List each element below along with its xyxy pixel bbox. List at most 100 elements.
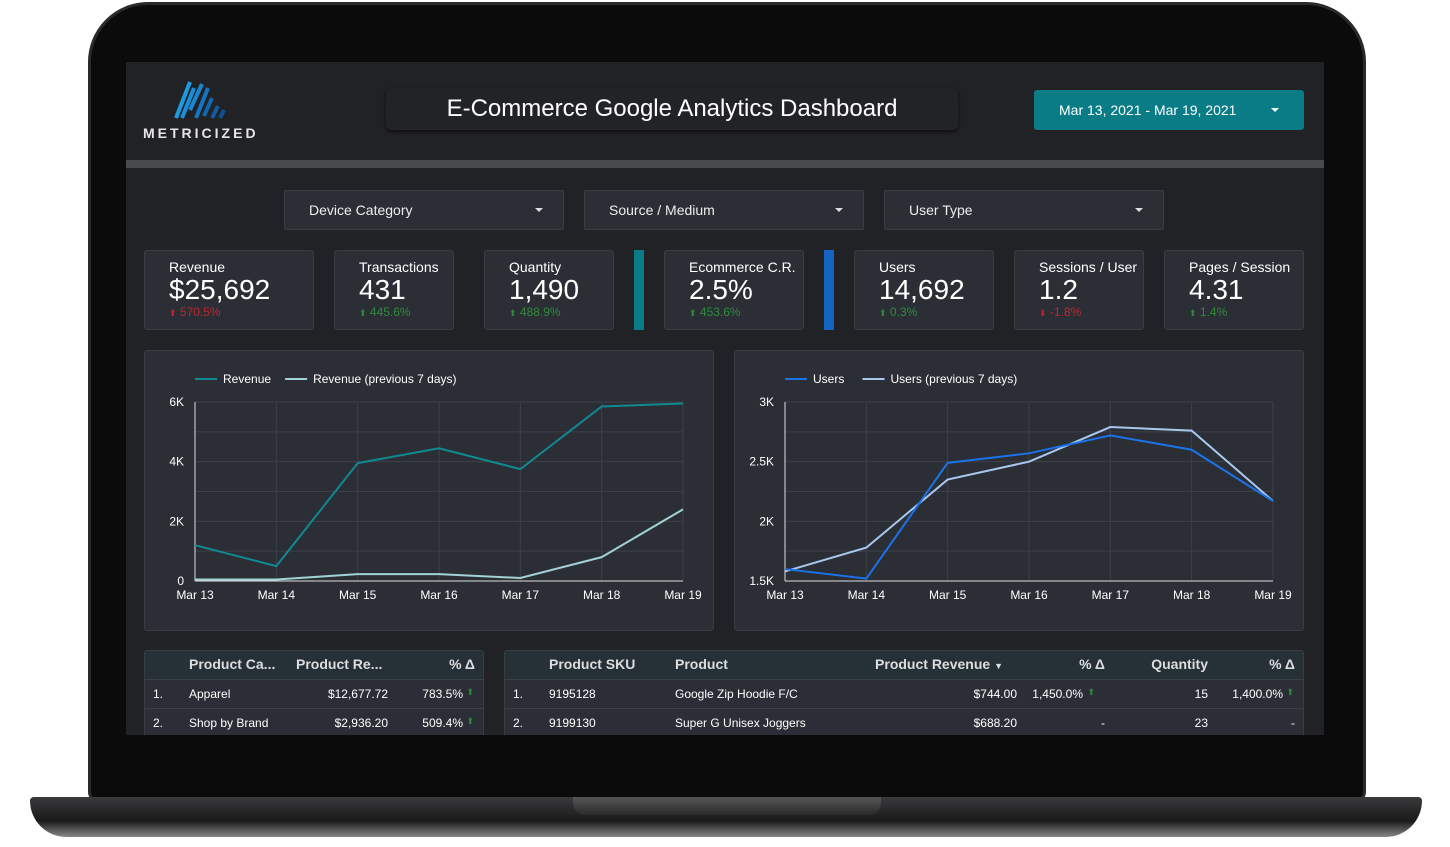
- x-tick-label: Mar 19: [664, 588, 702, 602]
- pct-change-cell: 1,450.0%: [1032, 687, 1083, 701]
- column-header-sorted[interactable]: Product Revenue ▼: [875, 656, 1003, 672]
- x-tick-label: Mar 14: [848, 588, 886, 602]
- y-tick-label: 6K: [169, 395, 184, 409]
- table-header: Product Ca... Product Re... % Δ: [145, 651, 483, 680]
- product-cell: Super G Unisex Joggers: [675, 716, 806, 730]
- y-tick-label: 2.5K: [749, 455, 774, 469]
- qty-pct-change-cell: -: [1291, 716, 1295, 730]
- x-tick-label: Mar 13: [176, 588, 214, 602]
- kpi-change: ⬆ 488.9%: [509, 305, 613, 319]
- table-row[interactable]: 2. Shop by Brand $2,936.20 509.4% ⬆: [145, 709, 483, 735]
- pct-change-cell: 509.4%: [422, 716, 463, 730]
- kpi-card: Transactions 431 ⬆ 445.6%: [334, 250, 454, 330]
- sort-desc-icon: ▼: [994, 661, 1003, 671]
- kpi-change: ⬆ 453.6%: [689, 305, 803, 319]
- arrow-up-icon: ⬆: [689, 308, 697, 318]
- x-tick-label: Mar 19: [1254, 588, 1292, 602]
- y-tick-label: 2K: [759, 514, 774, 528]
- x-tick-label: Mar 18: [1173, 588, 1211, 602]
- kpi-value: 14,692: [879, 274, 965, 305]
- kpi-change-value: 570.5%: [179, 305, 221, 319]
- category-cell: Shop by Brand: [189, 716, 269, 730]
- kpi-label: Quantity: [509, 259, 562, 275]
- arrow-up-icon: ⬆: [509, 308, 517, 318]
- pct-change-cell: 783.5%: [422, 687, 463, 701]
- arrow-up-icon: ⬆: [1286, 687, 1294, 697]
- x-tick-label: Mar 16: [420, 588, 458, 602]
- table-row[interactable]: 1. 9195128 Google Zip Hoodie F/C $744.00…: [505, 680, 1303, 709]
- column-header[interactable]: Product SKU: [549, 656, 635, 672]
- users-chart: 1.5K 2K 2.5K 3K Mar 13 Mar 14 Mar 15 Mar 16 Mar …: [734, 350, 1304, 631]
- kpi-label: Revenue: [169, 259, 226, 275]
- x-tick-label: Mar 18: [583, 588, 621, 602]
- kpi-change-value: 445.6%: [369, 305, 411, 319]
- users-chart-svg: 1.5K 2K 2.5K 3K Mar 13 Mar 14 Mar 15 Mar 16 Mar …: [749, 372, 1292, 602]
- sku-cell: 9199130: [549, 716, 596, 730]
- arrow-up-icon: ⬆: [466, 716, 474, 726]
- kpi-change-value: -1.8%: [1049, 305, 1082, 319]
- kpi-card: Users 14,692 ⬆ 0.3%: [854, 250, 994, 330]
- laptop-notch: [573, 797, 881, 815]
- kpi-change-value: 0.3%: [889, 305, 918, 319]
- kpi-card: Revenue $25,692 ⬆ 570.5%: [144, 250, 314, 330]
- quantity-cell: 15: [1194, 687, 1208, 701]
- kpi-change: ⬆ 570.5%: [169, 305, 313, 319]
- x-tick-label: Mar 17: [1092, 588, 1130, 602]
- x-tick-label: Mar 15: [929, 588, 967, 602]
- table-header: Product SKU Product Product Revenue ▼ % …: [505, 651, 1303, 680]
- legend-label: Users: [813, 372, 844, 386]
- section-divider-teal: [634, 250, 644, 330]
- column-header[interactable]: % Δ: [449, 656, 475, 672]
- filter-user-type[interactable]: User Type: [884, 190, 1164, 230]
- legend-label: Users (previous 7 days): [891, 372, 1018, 386]
- kpi-card: Ecommerce C.R. 2.5% ⬆ 453.6%: [664, 250, 804, 330]
- column-header[interactable]: % Δ: [1269, 656, 1295, 672]
- y-tick-label: 4K: [169, 455, 184, 469]
- arrow-down-icon: ⬇: [1039, 308, 1047, 318]
- kpi-value: 1.2: [1039, 274, 1078, 305]
- arrow-up-icon: ⬆: [1087, 687, 1095, 697]
- arrow-up-icon: ⬆: [359, 308, 367, 318]
- column-header[interactable]: % Δ: [1079, 656, 1105, 672]
- revenue-chart-svg: 0 2K 4K 6K Mar 13 Mar 14 Mar 15 Mar 16 Mar 17 Mar…: [169, 372, 702, 602]
- kpi-change: ⬆ 445.6%: [359, 305, 453, 319]
- x-tick-label: Mar 15: [339, 588, 377, 602]
- arrow-up-icon: ⬆: [169, 308, 177, 318]
- row-number: 2.: [513, 716, 524, 730]
- pct-change-cell: -: [1101, 716, 1105, 730]
- chevron-down-icon: [1271, 108, 1279, 112]
- x-tick-label: Mar 14: [258, 588, 296, 602]
- column-header[interactable]: Quantity: [1151, 656, 1208, 672]
- kpi-label: Pages / Session: [1189, 259, 1291, 275]
- sku-cell: 9195128: [549, 687, 596, 701]
- x-tick-label: Mar 13: [766, 588, 804, 602]
- legend-label: Revenue (previous 7 days): [313, 372, 456, 386]
- metricized-logo-icon: [174, 81, 226, 119]
- column-header[interactable]: Product Ca...: [189, 656, 275, 672]
- y-tick-label: 3K: [759, 395, 774, 409]
- y-tick-label: 1.5K: [749, 574, 774, 588]
- filter-device-category[interactable]: Device Category: [284, 190, 564, 230]
- kpi-change: ⬆ 0.3%: [879, 305, 993, 319]
- revenue-cell: $744.00: [973, 687, 1017, 701]
- filter-label: User Type: [909, 202, 973, 218]
- product-cell: Google Zip Hoodie F/C: [675, 687, 798, 701]
- filter-source-medium[interactable]: Source / Medium: [584, 190, 864, 230]
- kpi-value: $25,692: [169, 274, 271, 305]
- column-header[interactable]: Product: [675, 656, 728, 672]
- qty-pct-change-cell: 1,400.0%: [1232, 687, 1283, 701]
- column-header[interactable]: Product Re...: [296, 656, 382, 672]
- table-row[interactable]: 2. 9199130 Super G Unisex Joggers $688.2…: [505, 709, 1303, 735]
- kpi-change-value: 1.4%: [1199, 305, 1228, 319]
- revenue-cell: $2,936.20: [334, 716, 388, 730]
- date-range-picker[interactable]: Mar 13, 2021 - Mar 19, 2021: [1034, 90, 1304, 130]
- category-cell: Apparel: [189, 687, 231, 701]
- dashboard-screen: METRICIZED E-Commerce Google Analytics D…: [126, 62, 1324, 735]
- kpi-value: 1,490: [509, 274, 580, 305]
- table-row[interactable]: 1. Apparel $12,677.72 783.5% ⬆: [145, 680, 483, 709]
- product-category-table: Product Ca... Product Re... % Δ 1. Appar…: [144, 650, 484, 735]
- section-divider-blue: [824, 250, 834, 330]
- kpi-card: Pages / Session 4.31 ⬆ 1.4%: [1164, 250, 1304, 330]
- kpi-card: Sessions / User 1.2 ⬇ -1.8%: [1014, 250, 1144, 330]
- kpi-change-value: 453.6%: [699, 305, 741, 319]
